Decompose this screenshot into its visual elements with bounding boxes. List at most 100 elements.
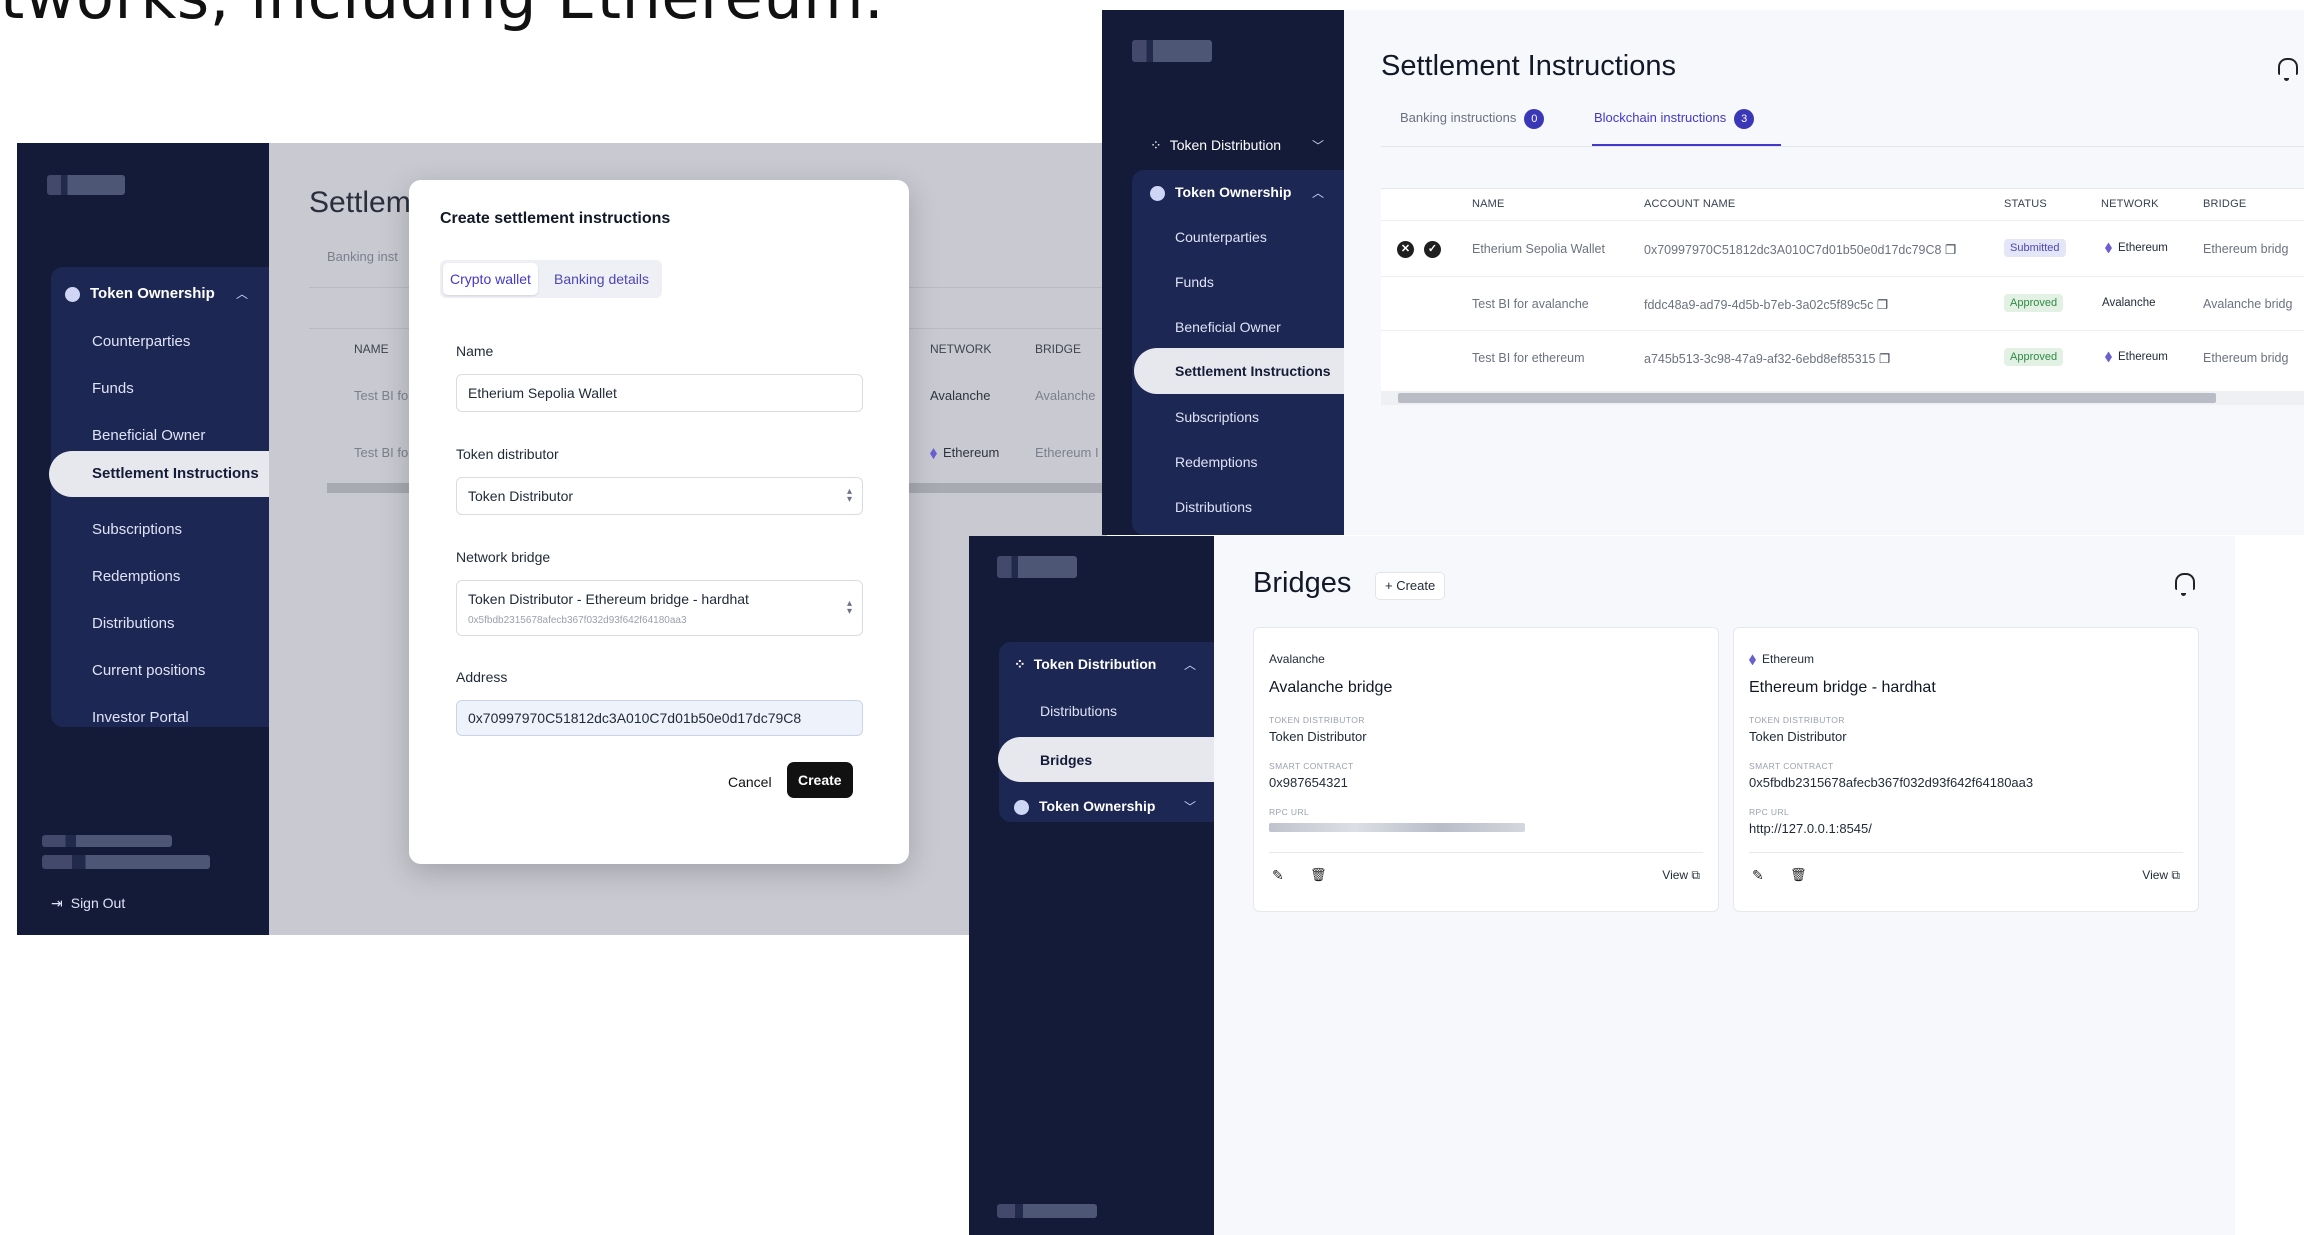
tab-banking-instructions-label: Banking instructions [1400,110,1517,125]
chevron-up-icon[interactable]: ︿ [1312,184,1324,201]
nav-distributions[interactable]: Distributions [1175,499,1252,515]
create-button[interactable]: Create [787,762,853,798]
chevron-down-icon[interactable]: ﹀ [1184,798,1196,815]
nav-distributions[interactable]: Distributions [92,615,175,632]
address-value: 0x70997970C51812dc3A010C7d01b50e0d17dc79… [468,710,802,726]
background-row-network: Ethereum [930,445,999,460]
divider [1749,852,2183,853]
tab-blockchain-instructions-label: Blockchain instructions [1594,110,1727,125]
ethereum-icon [930,448,937,460]
nav-distributions[interactable]: Distributions [1040,703,1117,719]
view-label: View [1662,868,1689,882]
name-value: Etherium Sepolia Wallet [468,385,617,401]
nav-token-distribution[interactable]: ⁘ Token Distribution [1150,137,1281,154]
row-network-label: Ethereum [2118,242,2168,254]
smart-contract-label: SMART CONTRACT [1749,761,1834,771]
nav-redemptions[interactable]: Redemptions [1175,454,1258,470]
name-field[interactable]: Etherium Sepolia Wallet [456,374,863,412]
edit-icon[interactable]: ✎ [1752,867,1764,884]
address-field[interactable]: 0x70997970C51812dc3A010C7d01b50e0d17dc79… [456,700,863,736]
nav-counterparties[interactable]: Counterparties [1175,229,1267,245]
nav-settlement-instructions[interactable]: Settlement Instructions [1134,348,1344,394]
view-label: View [2142,868,2169,882]
view-link[interactable]: View ⧉ [2142,868,2180,883]
token-distributor-select[interactable]: Token Distributor ▴ ▾ [456,477,863,515]
nav-token-distribution-label: Token Distribution [1033,656,1157,672]
rpc-url-label: RPC URL [1749,807,1790,817]
chevron-down-icon[interactable]: ﹀ [1312,137,1324,154]
select-arrows-icon: ▴ ▾ [846,598,852,617]
view-link[interactable]: View ⧉ [1662,868,1700,883]
bridge-name: Ethereum bridge - hardhat [1749,679,1936,696]
network-bridge-select[interactable]: Token Distributor - Ethereum bridge - ha… [456,580,863,636]
row-account-value: fddc48a9-ad79-4d5b-b7eb-3a02c5f89c5c [1644,298,1874,312]
token-distribution-icon: ⁘ [1150,137,1162,153]
nav-token-distribution[interactable]: ⁘ Token Distribution [1014,656,1156,673]
logo [997,556,1077,578]
copy-icon[interactable]: ❐ [1877,298,1888,312]
tab-count-badge: 3 [1734,109,1755,129]
nav-subscriptions[interactable]: Subscriptions [92,521,182,538]
tab-banking-details[interactable]: Banking details [547,263,656,295]
background-row-name: Test BI fo [354,445,409,460]
sign-out-icon: ⇥ [51,895,63,911]
bell-icon[interactable] [2278,58,2298,81]
scrollbar-thumb[interactable] [1398,393,2216,403]
bridge-network: Avalanche [1269,652,1325,666]
copy-icon[interactable]: ❐ [1879,352,1890,366]
status-badge: Approved [2004,348,2064,366]
network-bridge-label: Network bridge [456,549,551,565]
row-name: Test BI for avalanche [1472,297,1589,311]
background-row-name: Test BI fo [354,388,409,403]
name-label: Name [456,343,494,359]
create-settlement-screenshot: Token Ownership ︿ Counterparties Funds B… [17,143,1107,935]
nav-investor-portal[interactable]: Investor Portal [92,709,189,726]
tab-blockchain-instructions[interactable]: Blockchain instructions 3 [1594,109,1755,129]
nav-beneficial-owner[interactable]: Beneficial Owner [1175,319,1281,335]
nav-token-ownership[interactable]: Token Ownership [1014,798,1155,815]
create-settlement-modal: Create settlement instructions Crypto wa… [409,180,909,864]
copy-icon[interactable]: ❐ [1945,243,1956,257]
row-bridge: Ethereum bridg [2203,242,2289,256]
nav-token-ownership-label: Token Ownership [1175,184,1292,200]
nav-counterparties[interactable]: Counterparties [92,333,190,350]
col-status: STATUS [2004,198,2047,210]
nav-bridges[interactable]: Bridges [998,737,1214,782]
nav-redemptions[interactable]: Redemptions [92,568,180,585]
token-distributor-value: Token Distributor [1749,729,1847,744]
chevron-up-icon[interactable]: ︿ [236,285,248,302]
nav-funds[interactable]: Funds [92,380,134,397]
nav-token-ownership[interactable]: Token Ownership [65,285,215,302]
row-network: Avalanche [2102,297,2156,309]
modal-tabs: Crypto wallet Banking details [440,260,662,298]
nav-bridges-label: Bridges [1040,752,1093,768]
nav-settlement-instructions[interactable]: Settlement Instructions [49,451,269,497]
nav-token-ownership[interactable]: Token Ownership [1150,184,1291,201]
tab-banking-instructions[interactable]: Banking instructions 0 [1400,109,1545,129]
nav-current-positions[interactable]: Current positions [92,662,205,679]
row-account: fddc48a9-ad79-4d5b-b7eb-3a02c5f89c5c ❐ [1644,297,1888,312]
sign-out-button[interactable]: ⇥ Sign Out [51,895,125,912]
nav-beneficial-owner[interactable]: Beneficial Owner [92,427,205,444]
nav-funds[interactable]: Funds [1175,274,1214,290]
bridge-network: Ethereum [1749,652,1814,666]
background-row-bridge: Avalanche [1035,388,1096,403]
chevron-up-icon[interactable]: ︿ [1184,656,1196,673]
create-bridge-button[interactable]: + Create [1375,572,1446,600]
close-circle-icon[interactable]: ✕ [1397,241,1414,258]
edit-icon[interactable]: ✎ [1272,867,1284,884]
cancel-button[interactable]: Cancel [716,765,784,799]
token-ownership-icon [1014,799,1029,815]
page-title: Settlement Instructions [1381,50,1676,82]
trash-icon[interactable]: 🗑 [1790,867,1807,883]
nav-subscriptions[interactable]: Subscriptions [1175,409,1259,425]
background-col-network: NETWORK [930,342,992,356]
check-circle-icon[interactable]: ✓ [1424,241,1441,258]
trash-icon[interactable]: 🗑 [1310,867,1327,883]
tab-crypto-wallet[interactable]: Crypto wallet [443,263,538,295]
bridge-network-label: Ethereum [1762,652,1815,666]
headline-text: tworks, including Ethereum. [0,0,884,33]
bell-icon[interactable] [2175,573,2195,596]
background-row-network-label: Ethereum [943,445,1000,460]
row-network: Ethereum [2105,242,2168,254]
